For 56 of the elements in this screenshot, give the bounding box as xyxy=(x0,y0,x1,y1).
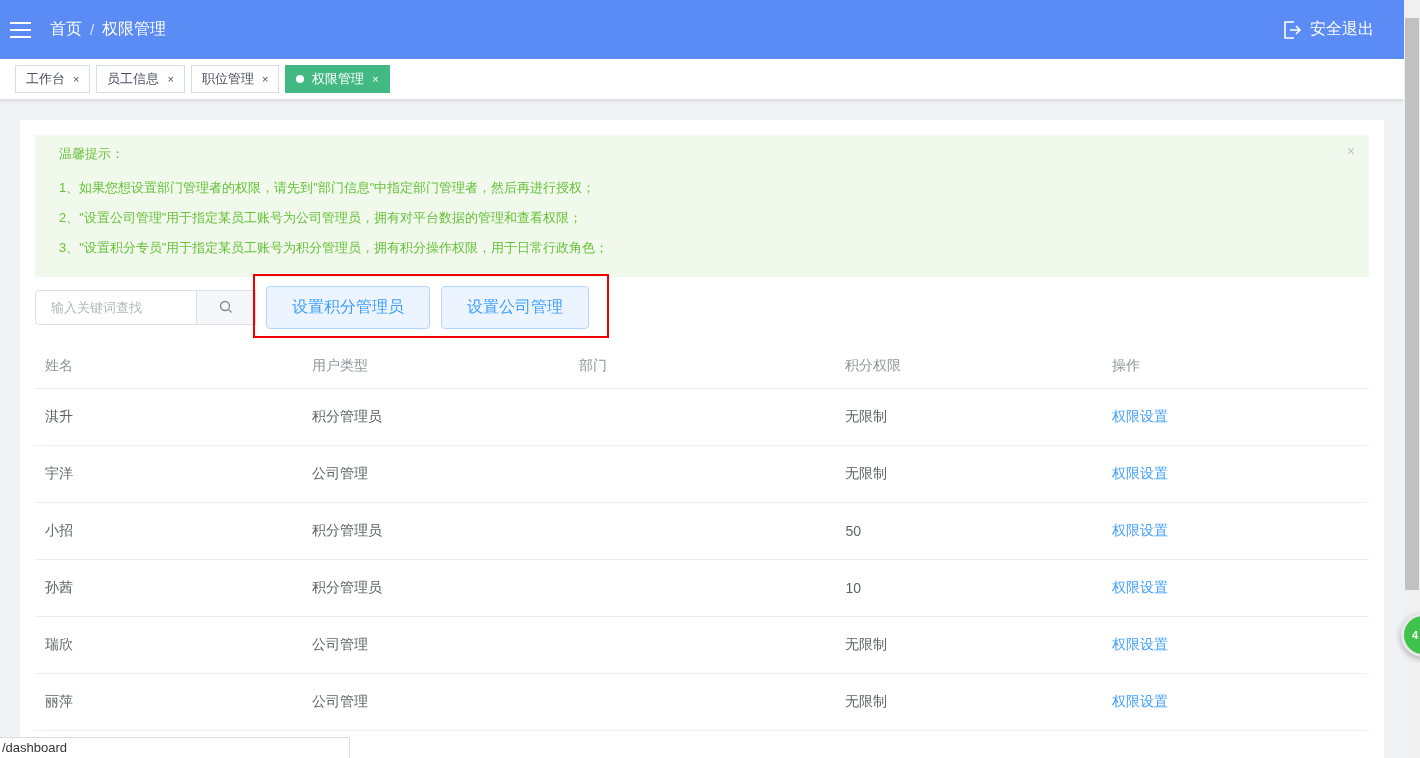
table-cell: 公司管理 xyxy=(301,616,569,674)
column-header: 操作 xyxy=(1102,343,1369,389)
close-icon[interactable]: × xyxy=(372,73,379,85)
table-cell: 公司管理 xyxy=(301,445,569,503)
table-cell: 小招 xyxy=(35,502,302,560)
notice-text: 1、如果您想设置部门管理者的权限，请先到"部门信息"中指定部门管理者，然后再进行授权； xyxy=(59,179,597,197)
page-tab[interactable]: 工作台 × xyxy=(15,65,91,93)
search-icon xyxy=(219,300,233,314)
table-cell: 孙茜 xyxy=(35,559,302,617)
table-cell: 积分管理员 xyxy=(301,502,569,560)
breadcrumb-item[interactable]: 首页 xyxy=(50,19,82,40)
permission-link[interactable]: 权限设置 xyxy=(1112,465,1169,481)
close-icon[interactable]: × xyxy=(73,73,80,85)
permission-link[interactable]: 权限设置 xyxy=(1112,693,1169,709)
table-cell: 瑞欣 xyxy=(35,616,302,674)
page-tab[interactable]: 员工信息 × xyxy=(96,65,185,93)
permission-link[interactable]: 权限设置 xyxy=(1112,408,1169,424)
table-cell: 10 xyxy=(835,559,1103,617)
page-tab[interactable]: 权限管理 × xyxy=(285,65,390,93)
notice-text: 2、"设置公司管理"用于指定某员工账号为公司管理员，拥有对平台数据的管理和查看权限； xyxy=(59,209,584,227)
column-header: 积分权限 xyxy=(835,343,1103,389)
close-icon[interactable]: × xyxy=(261,73,269,85)
menu-icon[interactable] xyxy=(10,21,31,38)
table-cell: 宇洋 xyxy=(35,445,302,503)
column-header: 姓名 xyxy=(35,343,302,389)
table-cell: 积分管理员 xyxy=(301,559,569,617)
scrollbar[interactable] xyxy=(1404,0,1420,758)
close-icon[interactable]: × xyxy=(1346,143,1355,159)
page-tab[interactable]: 职位管理 × xyxy=(190,65,280,93)
table-cell: 无限制 xyxy=(835,673,1103,731)
status-url: /dashboard xyxy=(0,737,350,758)
table-cell: 50 xyxy=(835,502,1103,560)
logout-icon xyxy=(1282,19,1302,40)
notice-text: 3、"设置积分专员"用于指定某员工账号为积分管理员，拥有积分操作权限，用于日常行政角色； xyxy=(59,239,610,257)
action-button[interactable]: 设置积分管理员 xyxy=(266,285,430,329)
close-icon[interactable]: × xyxy=(167,73,174,85)
action-button[interactable]: 设置公司管理 xyxy=(441,285,589,329)
table-cell: 丽萍 xyxy=(35,673,302,731)
logout-button[interactable]: 安全退出 xyxy=(1282,19,1374,40)
table-cell: 无限制 xyxy=(835,388,1103,446)
column-header: 用户类型 xyxy=(301,343,569,389)
permission-link[interactable]: 权限设置 xyxy=(1112,522,1169,538)
table-cell: 积分管理员 xyxy=(301,388,569,446)
table-cell: 公司管理 xyxy=(301,673,569,731)
table-cell: 淇升 xyxy=(35,388,302,446)
breadcrumb-separator: / xyxy=(90,21,95,38)
permission-link[interactable]: 权限设置 xyxy=(1112,579,1169,595)
active-dot xyxy=(296,75,305,83)
column-header: 部门 xyxy=(568,343,836,389)
notice-title: 温馨提示： xyxy=(59,145,125,163)
table-cell: 无限制 xyxy=(835,616,1103,674)
permission-link[interactable]: 权限设置 xyxy=(1112,636,1169,652)
table-cell: 无限制 xyxy=(835,445,1103,503)
search-field[interactable]: 输入关键词查找 xyxy=(35,289,197,325)
search-button[interactable] xyxy=(197,289,256,325)
breadcrumb-item: 权限管理 xyxy=(102,19,167,39)
